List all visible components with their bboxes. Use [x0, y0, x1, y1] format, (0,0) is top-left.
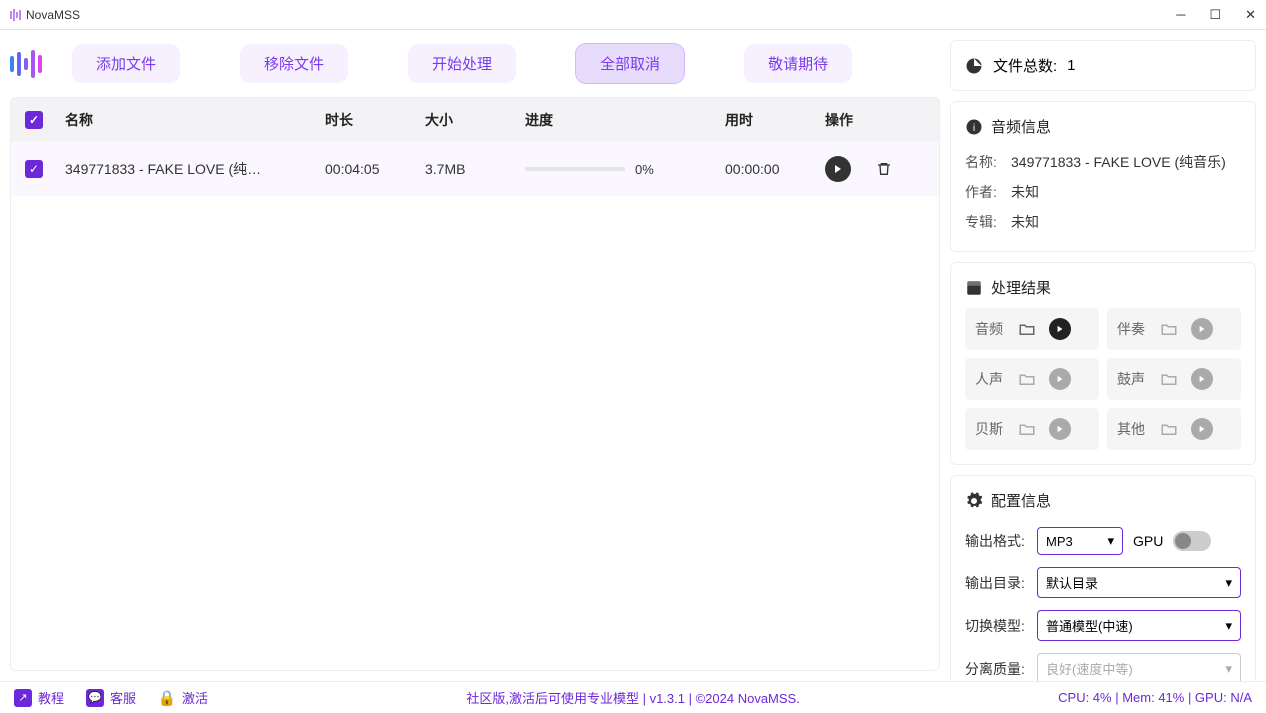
folder-icon[interactable]: [1017, 319, 1037, 339]
service-link[interactable]: 💬客服: [86, 688, 136, 707]
quality-select: 良好(速度中等)▾: [1037, 653, 1241, 681]
activate-link[interactable]: 🔒激活: [158, 688, 208, 707]
minimize-button[interactable]: ─: [1176, 7, 1185, 23]
info-album: 未知: [1011, 212, 1241, 232]
chevron-down-icon: ▾: [1225, 618, 1232, 634]
chevron-down-icon: ▾: [1225, 661, 1232, 677]
file-count-value: 1: [1067, 57, 1075, 74]
footer: ↗教程 💬客服 🔒激活 社区版,激活后可使用专业模型 | v1.3.1 | ©2…: [0, 681, 1266, 713]
table-header: ✓ 名称 时长 大小 进度 用时 操作: [11, 98, 939, 142]
window-controls: ─ ☐ ✕: [1176, 7, 1256, 23]
info-name: 349771833 - FAKE LOVE (纯音乐): [1011, 152, 1241, 172]
config-panel: 配置信息 输出格式: MP3▾ GPU 输出目录: 默认目录▾ 切换模型: 普通…: [950, 475, 1256, 681]
tutorial-link[interactable]: ↗教程: [14, 688, 64, 707]
header-action: 操作: [825, 110, 925, 130]
results-title: 处理结果: [991, 277, 1051, 298]
folder-icon[interactable]: [1159, 319, 1179, 339]
logo-icon: [10, 9, 21, 21]
cancel-all-button[interactable]: 全部取消: [576, 44, 684, 83]
row-size: 3.7MB: [425, 161, 525, 177]
header-name: 名称: [65, 110, 325, 130]
toolbar: 添加文件 移除文件 开始处理 全部取消 敬请期待: [10, 40, 940, 97]
result-vocal: 人声: [965, 358, 1099, 400]
results-icon: [965, 279, 983, 297]
tutorial-icon: ↗: [14, 689, 32, 707]
audio-info-title: 音频信息: [991, 116, 1051, 137]
file-count-label: 文件总数:: [993, 55, 1057, 76]
info-icon: i: [965, 118, 983, 136]
result-bass: 贝斯: [965, 408, 1099, 450]
audio-info-panel: i 音频信息 名称:349771833 - FAKE LOVE (纯音乐) 作者…: [950, 101, 1256, 252]
svg-text:i: i: [973, 121, 975, 133]
coming-soon-button[interactable]: 敬请期待: [744, 44, 852, 83]
row-time: 00:00:00: [725, 161, 825, 177]
info-author: 未知: [1011, 182, 1241, 202]
gear-icon: [965, 492, 983, 510]
close-button[interactable]: ✕: [1245, 7, 1256, 23]
header-duration: 时长: [325, 110, 425, 130]
gpu-toggle[interactable]: [1173, 531, 1211, 551]
result-other: 其他: [1107, 408, 1241, 450]
play-icon[interactable]: [1049, 368, 1071, 390]
folder-icon[interactable]: [1159, 419, 1179, 439]
play-button[interactable]: [825, 156, 851, 182]
start-process-button[interactable]: 开始处理: [408, 44, 516, 83]
row-checkbox[interactable]: ✓: [25, 160, 43, 178]
select-all-checkbox[interactable]: ✓: [25, 111, 43, 129]
gpu-label: GPU: [1133, 533, 1163, 549]
add-file-button[interactable]: 添加文件: [72, 44, 180, 83]
output-format-select[interactable]: MP3▾: [1037, 527, 1123, 555]
folder-icon[interactable]: [1017, 419, 1037, 439]
wave-icon: [10, 49, 42, 79]
table-row[interactable]: ✓ 349771833 - FAKE LOVE (纯… 00:04:05 3.7…: [11, 142, 939, 196]
chevron-down-icon: ▾: [1225, 575, 1232, 591]
row-progress: 0%: [525, 162, 725, 177]
config-title: 配置信息: [991, 490, 1051, 511]
progress-bar: [525, 167, 625, 171]
play-icon[interactable]: [1191, 318, 1213, 340]
header-size: 大小: [425, 110, 525, 130]
maximize-button[interactable]: ☐: [1209, 7, 1221, 23]
folder-icon[interactable]: [1159, 369, 1179, 389]
footer-info: 社区版,激活后可使用专业模型 | v1.3.1 | ©2024 NovaMSS.: [208, 688, 1058, 707]
footer-stats: CPU: 4% | Mem: 41% | GPU: N/A: [1058, 690, 1252, 705]
result-drum: 鼓声: [1107, 358, 1241, 400]
app-name: NovaMSS: [26, 8, 80, 22]
results-panel: 处理结果 音频 伴奏 人声 鼓声 贝斯 其他: [950, 262, 1256, 465]
app-logo: NovaMSS: [10, 8, 80, 22]
titlebar: NovaMSS ─ ☐ ✕: [0, 0, 1266, 30]
chat-icon: 💬: [86, 689, 104, 707]
play-icon[interactable]: [1191, 418, 1213, 440]
result-audio: 音频: [965, 308, 1099, 350]
output-dir-select[interactable]: 默认目录▾: [1037, 567, 1241, 598]
file-table: ✓ 名称 时长 大小 进度 用时 操作 ✓ 349771833 - FAKE L…: [10, 97, 940, 671]
play-icon[interactable]: [1049, 418, 1071, 440]
row-name: 349771833 - FAKE LOVE (纯…: [65, 159, 325, 179]
folder-icon[interactable]: [1017, 369, 1037, 389]
delete-button[interactable]: [871, 156, 897, 182]
file-count-panel: 文件总数: 1: [950, 40, 1256, 91]
model-select[interactable]: 普通模型(中速)▾: [1037, 610, 1241, 641]
remove-file-button[interactable]: 移除文件: [240, 44, 348, 83]
header-time: 用时: [725, 110, 825, 130]
progress-text: 0%: [635, 162, 654, 177]
header-progress: 进度: [525, 110, 725, 130]
row-duration: 00:04:05: [325, 161, 425, 177]
lock-icon: 🔒: [158, 689, 176, 707]
play-icon[interactable]: [1049, 318, 1071, 340]
play-icon[interactable]: [1191, 368, 1213, 390]
result-accomp: 伴奏: [1107, 308, 1241, 350]
pie-icon: [965, 57, 983, 75]
chevron-down-icon: ▾: [1107, 533, 1114, 549]
